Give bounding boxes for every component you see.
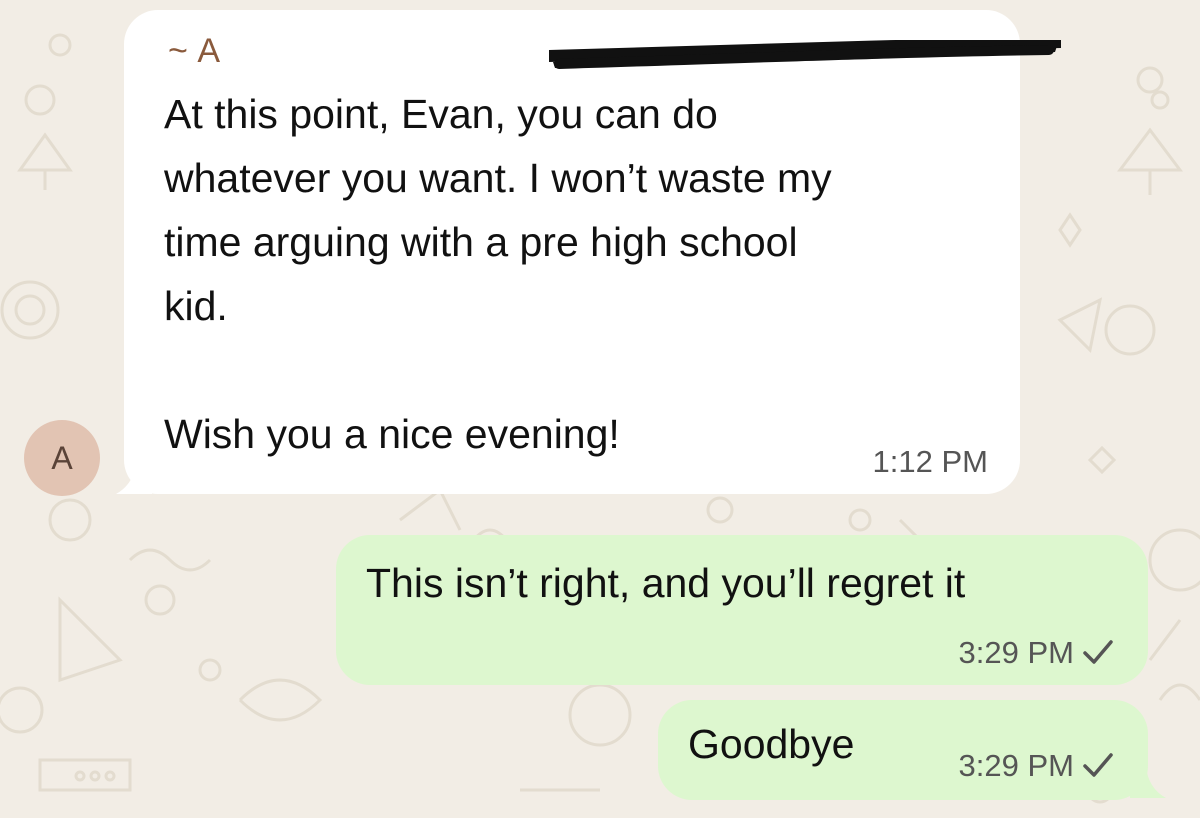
outgoing-message-text: This isn’t right, and you’ll regret it <box>366 560 966 606</box>
incoming-message-bubble[interactable]: ~ A At this point, Evan, you can do what… <box>124 10 1061 494</box>
redaction-mark <box>549 40 1061 69</box>
incoming-message-text: At this point, Evan, you can do whatever… <box>164 91 832 457</box>
incoming-bubble-tail <box>116 462 152 494</box>
incoming-message-time: 1:12 PM <box>872 444 988 479</box>
outgoing-message-time: 3:29 PM <box>959 635 1114 673</box>
outgoing-bubble-tail <box>1130 766 1166 798</box>
sent-check-icon <box>1082 750 1114 786</box>
outgoing-message-text-goodbye: Goodbye <box>688 721 855 767</box>
sender-avatar[interactable]: A <box>24 420 100 496</box>
outgoing-message-bubble-goodbye[interactable]: Goodbye 3:29 PM <box>658 700 1148 800</box>
sender-name[interactable]: ~ A <box>168 32 221 71</box>
sent-check-icon <box>1082 637 1114 673</box>
outgoing-message-time-goodbye: 3:29 PM <box>959 748 1114 786</box>
outgoing-message-bubble[interactable]: This isn’t right, and you’ll regret it 3… <box>336 535 1148 685</box>
